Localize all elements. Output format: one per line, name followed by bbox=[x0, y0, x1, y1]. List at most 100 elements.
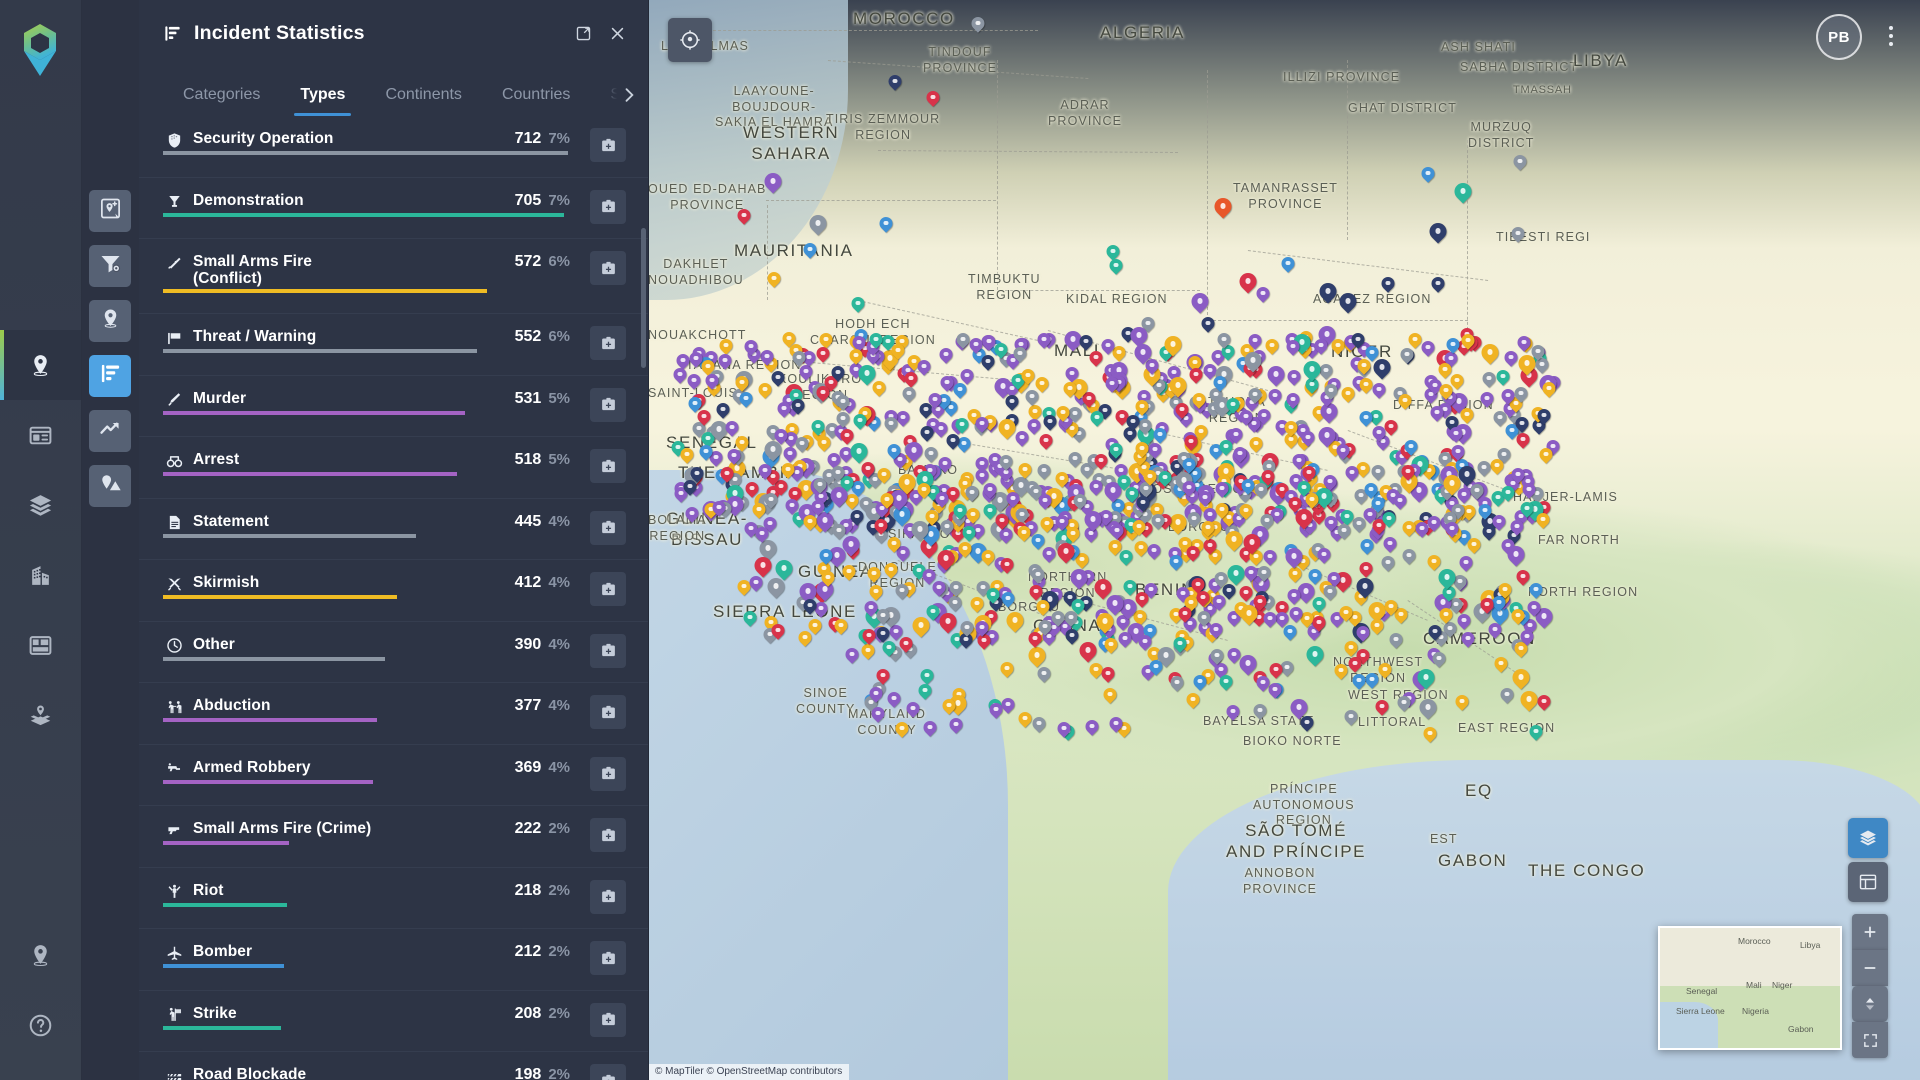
map-pin[interactable] bbox=[1307, 646, 1324, 663]
map-pin[interactable] bbox=[1462, 632, 1475, 645]
map-pin[interactable] bbox=[817, 347, 830, 360]
map-pin[interactable] bbox=[1289, 497, 1302, 510]
map-pin[interactable] bbox=[1029, 405, 1042, 418]
map-pin[interactable] bbox=[1250, 437, 1263, 450]
map-pin[interactable] bbox=[1532, 345, 1545, 358]
map-pin[interactable] bbox=[925, 447, 938, 460]
map-pin[interactable] bbox=[1216, 503, 1229, 516]
map-pin[interactable] bbox=[1428, 516, 1441, 529]
table-row[interactable]: Bomber 212 2% bbox=[139, 929, 648, 991]
map-pin[interactable] bbox=[800, 583, 817, 600]
add-to-report-button[interactable] bbox=[590, 695, 626, 729]
map-pin[interactable] bbox=[1139, 635, 1152, 648]
map-pin[interactable] bbox=[938, 550, 955, 567]
map-pin[interactable] bbox=[750, 576, 763, 589]
map-pin[interactable] bbox=[1136, 442, 1149, 455]
map-pin[interactable] bbox=[1019, 463, 1032, 476]
map-pin[interactable] bbox=[1257, 676, 1270, 689]
map-pin[interactable] bbox=[1543, 382, 1556, 395]
map-pin[interactable] bbox=[984, 483, 997, 496]
map-pin[interactable] bbox=[1110, 717, 1123, 730]
map-pin[interactable] bbox=[1360, 411, 1373, 424]
map-pin[interactable] bbox=[1170, 377, 1187, 394]
map-pin[interactable] bbox=[976, 621, 989, 634]
map-pin[interactable] bbox=[713, 501, 726, 514]
map-pin[interactable] bbox=[1409, 333, 1422, 346]
map-canvas[interactable]: Morocco Algeria ASH SHATI SABHA DISTRICT Lib… bbox=[648, 0, 1920, 1080]
map-pin[interactable] bbox=[961, 369, 974, 382]
map-pin[interactable] bbox=[1479, 504, 1492, 517]
map-pin[interactable] bbox=[1006, 395, 1019, 408]
map-pin[interactable] bbox=[885, 563, 898, 576]
table-row[interactable]: Murder 531 5% bbox=[139, 376, 648, 437]
map-pin[interactable] bbox=[859, 365, 876, 382]
map-pin[interactable] bbox=[1136, 592, 1149, 605]
map-pin[interactable] bbox=[761, 350, 774, 363]
map-pin[interactable] bbox=[1131, 327, 1148, 344]
map-pin[interactable] bbox=[1538, 695, 1551, 708]
map-pin[interactable] bbox=[1040, 434, 1053, 447]
map-pin[interactable] bbox=[765, 441, 782, 458]
map-pin[interactable] bbox=[841, 429, 854, 442]
table-row[interactable]: Armed Robbery 369 4% bbox=[139, 745, 648, 806]
map-pin[interactable] bbox=[899, 474, 916, 491]
tool-button-incident-statistics[interactable] bbox=[89, 355, 131, 397]
map-pin[interactable] bbox=[1105, 638, 1118, 651]
map-pin[interactable] bbox=[1002, 592, 1015, 605]
map-pin[interactable] bbox=[1288, 370, 1301, 383]
map-pin[interactable] bbox=[1038, 464, 1051, 477]
map-pin[interactable] bbox=[1508, 546, 1525, 563]
map-pin[interactable] bbox=[1493, 515, 1506, 528]
map-pin[interactable] bbox=[1501, 688, 1514, 701]
map-pin[interactable] bbox=[1187, 693, 1200, 706]
map-pin[interactable] bbox=[1227, 398, 1240, 411]
map-pin[interactable] bbox=[1447, 338, 1460, 351]
map-pin[interactable] bbox=[1342, 387, 1355, 400]
map-pin[interactable] bbox=[863, 629, 876, 642]
table-row[interactable]: Arrest 518 5% bbox=[139, 437, 648, 499]
map-pin[interactable] bbox=[1402, 465, 1415, 478]
map-pin[interactable] bbox=[778, 402, 791, 415]
map-pin[interactable] bbox=[1215, 198, 1232, 215]
map-pin[interactable] bbox=[1439, 569, 1456, 586]
map-pin[interactable] bbox=[1433, 652, 1446, 665]
map-pin[interactable] bbox=[1234, 447, 1247, 460]
map-pin[interactable] bbox=[1518, 336, 1531, 349]
map-pin[interactable] bbox=[1537, 513, 1550, 526]
map-pin[interactable] bbox=[1516, 417, 1529, 430]
map-pin[interactable] bbox=[776, 560, 793, 577]
map-pin[interactable] bbox=[1515, 387, 1528, 400]
map-pin[interactable] bbox=[1090, 351, 1103, 364]
map-pin[interactable] bbox=[877, 627, 890, 640]
map-pin[interactable] bbox=[1266, 339, 1279, 352]
map-pin[interactable] bbox=[1420, 699, 1437, 716]
map-pin[interactable] bbox=[921, 426, 934, 439]
map-pin[interactable] bbox=[1495, 657, 1508, 670]
map-pin[interactable] bbox=[1284, 625, 1297, 638]
add-to-report-button[interactable] bbox=[590, 1064, 626, 1080]
map-pin[interactable] bbox=[1446, 522, 1459, 535]
map-pin[interactable] bbox=[1365, 483, 1378, 496]
map-pin[interactable] bbox=[1074, 494, 1087, 507]
map-pin[interactable] bbox=[1528, 601, 1541, 614]
rail-item-geofences[interactable] bbox=[0, 680, 81, 750]
map-pin[interactable] bbox=[1282, 257, 1295, 270]
map-pin[interactable] bbox=[793, 351, 806, 364]
map-pin[interactable] bbox=[1014, 347, 1027, 360]
map-pin[interactable] bbox=[1385, 600, 1398, 613]
map-pin[interactable] bbox=[810, 215, 827, 232]
map-pin[interactable] bbox=[1290, 607, 1303, 620]
add-to-report-button[interactable] bbox=[590, 251, 626, 285]
map-pin[interactable] bbox=[903, 387, 916, 400]
map-pin[interactable] bbox=[812, 500, 825, 513]
map-pin[interactable] bbox=[1513, 669, 1530, 686]
map-pin[interactable] bbox=[721, 467, 734, 480]
map-pin[interactable] bbox=[1338, 524, 1351, 537]
map-pin[interactable] bbox=[1102, 667, 1115, 680]
tab-categories[interactable]: Categories bbox=[163, 86, 280, 116]
map-pin[interactable] bbox=[961, 621, 974, 634]
table-row[interactable]: Threat / Warning 552 6% bbox=[139, 314, 648, 376]
map-pin[interactable] bbox=[1220, 675, 1233, 688]
table-row[interactable]: Demonstration 705 7% bbox=[139, 178, 648, 239]
map-pin[interactable] bbox=[850, 349, 863, 362]
